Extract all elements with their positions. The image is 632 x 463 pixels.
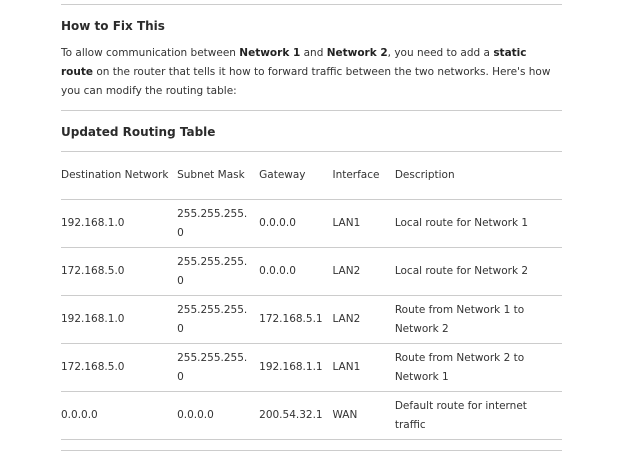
col-interface: Interface [332, 151, 395, 200]
routing-table: Destination Network Subnet Mask Gateway … [61, 151, 562, 440]
cell-subnet: 255.255.255.0 [177, 247, 260, 296]
network-2-label: Network 2 [326, 47, 388, 59]
cell-interface: LAN2 [332, 247, 395, 296]
cell-subnet: 255.255.255.0 [177, 343, 260, 392]
cell-destination: 192.168.1.0 [61, 199, 178, 248]
cell-interface: LAN1 [332, 199, 395, 248]
cell-description: Route from Network 1 to Network 2 [394, 295, 562, 344]
table-row: 192.168.1.0 255.255.255.0 172.168.5.1 LA… [61, 295, 562, 344]
cell-destination: 172.168.5.0 [61, 343, 178, 392]
table-row: 192.168.1.0 255.255.255.0 0.0.0.0 LAN1 L… [61, 199, 562, 248]
network-1-label: Network 1 [239, 47, 301, 59]
cell-description: Local route for Network 1 [394, 199, 562, 248]
fix-heading: How to Fix This [61, 19, 165, 33]
intro-paragraph: To allow communication between Network 1… [61, 44, 551, 101]
cell-subnet: 0.0.0.0 [177, 391, 260, 440]
cell-interface: LAN1 [332, 343, 395, 392]
col-destination-network: Destination Network [61, 151, 178, 200]
intro-text-2: and [300, 47, 327, 59]
col-subnet-mask: Subnet Mask [177, 151, 260, 200]
cell-subnet: 255.255.255.0 [177, 199, 260, 248]
cell-description: Default route for internet traffic [394, 391, 562, 440]
mid-divider [61, 110, 562, 111]
cell-interface: LAN2 [332, 295, 395, 344]
cell-gateway: 0.0.0.0 [259, 247, 333, 296]
cell-interface: WAN [332, 391, 395, 440]
table-row: 172.168.5.0 255.255.255.0 192.168.1.1 LA… [61, 343, 562, 392]
table-row: 0.0.0.0 0.0.0.0 200.54.32.1 WAN Default … [61, 391, 562, 440]
cell-description: Route from Network 2 to Network 1 [394, 343, 562, 392]
cell-gateway: 200.54.32.1 [259, 391, 333, 440]
cell-subnet: 255.255.255.0 [177, 295, 260, 344]
cell-gateway: 172.168.5.1 [259, 295, 333, 344]
intro-text-4: on the router that tells it how to forwa… [61, 66, 551, 97]
col-gateway: Gateway [259, 151, 333, 200]
table-row: 172.168.5.0 255.255.255.0 0.0.0.0 LAN2 L… [61, 247, 562, 296]
cell-destination: 192.168.1.0 [61, 295, 178, 344]
table-heading: Updated Routing Table [61, 125, 216, 139]
col-description: Description [394, 151, 562, 200]
cell-gateway: 192.168.1.1 [259, 343, 333, 392]
intro-text-1: To allow communication between [61, 47, 240, 59]
bottom-divider [61, 450, 562, 451]
top-divider [61, 4, 562, 5]
cell-destination: 172.168.5.0 [61, 247, 178, 296]
cell-gateway: 0.0.0.0 [259, 199, 333, 248]
intro-text-3: , you need to add a [387, 47, 494, 59]
table-header-row: Destination Network Subnet Mask Gateway … [61, 151, 562, 200]
cell-description: Local route for Network 2 [394, 247, 562, 296]
cell-destination: 0.0.0.0 [61, 391, 178, 440]
